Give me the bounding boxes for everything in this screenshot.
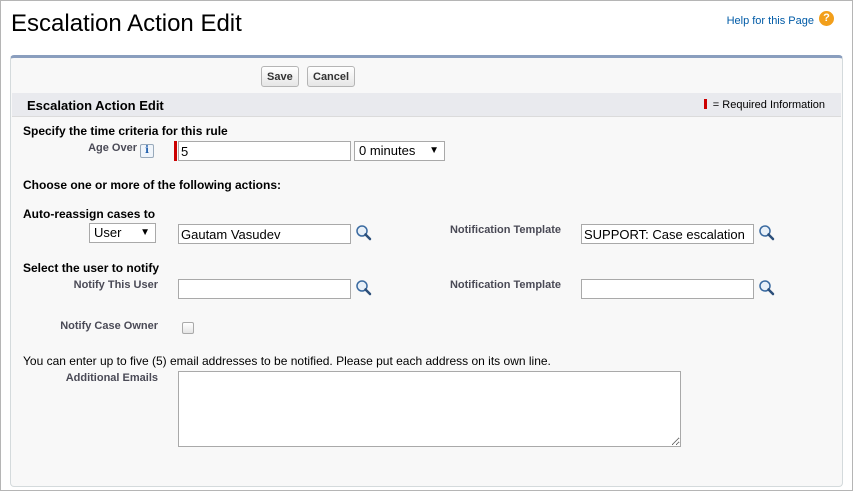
page-frame: Escalation Action Edit Help for this Pag… bbox=[0, 0, 853, 491]
notify-user-input[interactable] bbox=[178, 279, 351, 299]
age-over-input[interactable] bbox=[178, 141, 351, 161]
edit-panel: Save Cancel Escalation Action Edit = Req… bbox=[10, 55, 843, 487]
required-legend: = Required Information bbox=[703, 99, 825, 111]
required-indicator bbox=[174, 141, 177, 161]
info-icon[interactable]: i bbox=[140, 144, 154, 158]
notify-owner-label: Notify Case Owner bbox=[60, 320, 158, 332]
reassign-heading: Auto-reassign cases to bbox=[23, 207, 156, 221]
reassign-template-label: Notification Template bbox=[449, 224, 561, 236]
dropdown-arrow-icon: ▼ bbox=[140, 227, 150, 238]
age-over-label: Age Over bbox=[88, 142, 137, 154]
page-title: Escalation Action Edit bbox=[11, 10, 242, 37]
section-header: Escalation Action Edit = Required Inform… bbox=[12, 93, 841, 117]
reassign-template-input[interactable] bbox=[581, 224, 754, 244]
notify-heading: Select the user to notify bbox=[23, 261, 160, 275]
help-link[interactable]: Help for this Page bbox=[727, 15, 814, 27]
time-criteria-heading: Specify the time criteria for this rule bbox=[23, 124, 228, 138]
required-legend-text: = Required Information bbox=[712, 99, 825, 111]
actions-heading: Choose one or more of the following acti… bbox=[23, 178, 282, 192]
required-marker-icon bbox=[703, 99, 707, 109]
notify-template-label: Notification Template bbox=[449, 279, 561, 291]
save-button[interactable]: Save bbox=[261, 66, 299, 87]
assignee-input[interactable] bbox=[178, 224, 351, 244]
additional-emails-textarea[interactable] bbox=[178, 371, 681, 447]
notify-template-input[interactable] bbox=[581, 279, 754, 299]
emails-instructions: You can enter up to five (5) email addre… bbox=[23, 354, 551, 368]
lookup-icon[interactable] bbox=[758, 224, 776, 242]
assignee-type-selected: User bbox=[94, 225, 122, 240]
assignee-type-select[interactable]: User ▼ bbox=[89, 223, 156, 243]
lookup-icon[interactable] bbox=[758, 279, 776, 297]
additional-emails-label: Additional Emails bbox=[65, 372, 158, 384]
help-icon[interactable]: ? bbox=[819, 11, 834, 26]
lookup-icon[interactable] bbox=[355, 279, 373, 297]
cancel-button[interactable]: Cancel bbox=[307, 66, 356, 87]
dropdown-arrow-icon: ▼ bbox=[429, 145, 439, 156]
notify-user-label: Notify This User bbox=[73, 279, 158, 291]
age-unit-selected: 0 minutes bbox=[359, 143, 416, 158]
lookup-icon[interactable] bbox=[355, 224, 373, 242]
age-unit-select[interactable]: 0 minutes ▼ bbox=[354, 141, 445, 161]
section-title: Escalation Action Edit bbox=[27, 98, 164, 113]
notify-owner-checkbox[interactable] bbox=[182, 322, 194, 334]
